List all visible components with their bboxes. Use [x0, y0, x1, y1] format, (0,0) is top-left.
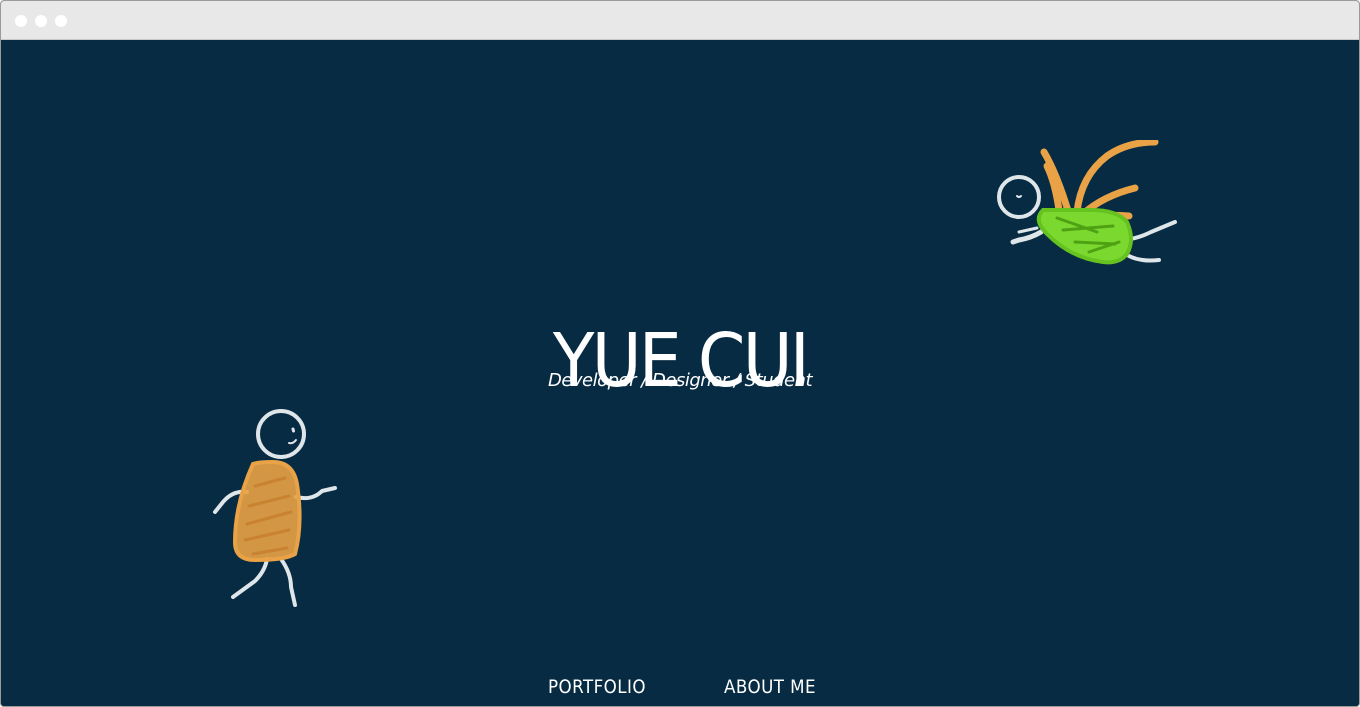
nav-link-portfolio[interactable]: PORTFOLIO — [548, 676, 646, 702]
landing-page: YUE CUI Developer / Designer / Student P… — [1, 40, 1359, 706]
window-dot-icon — [35, 15, 47, 27]
hero-subtitle: Developer / Designer / Student — [547, 370, 813, 391]
browser-window: YUE CUI Developer / Designer / Student P… — [0, 0, 1360, 707]
window-dot-icon — [55, 15, 67, 27]
browser-title-bar — [1, 1, 1359, 40]
chalk-stick-figure-walking-icon — [213, 409, 337, 607]
chalk-stick-figure-flying-icon — [997, 140, 1177, 265]
nav-link-about-me[interactable]: ABOUT ME — [724, 676, 816, 702]
window-dot-icon — [15, 15, 27, 27]
